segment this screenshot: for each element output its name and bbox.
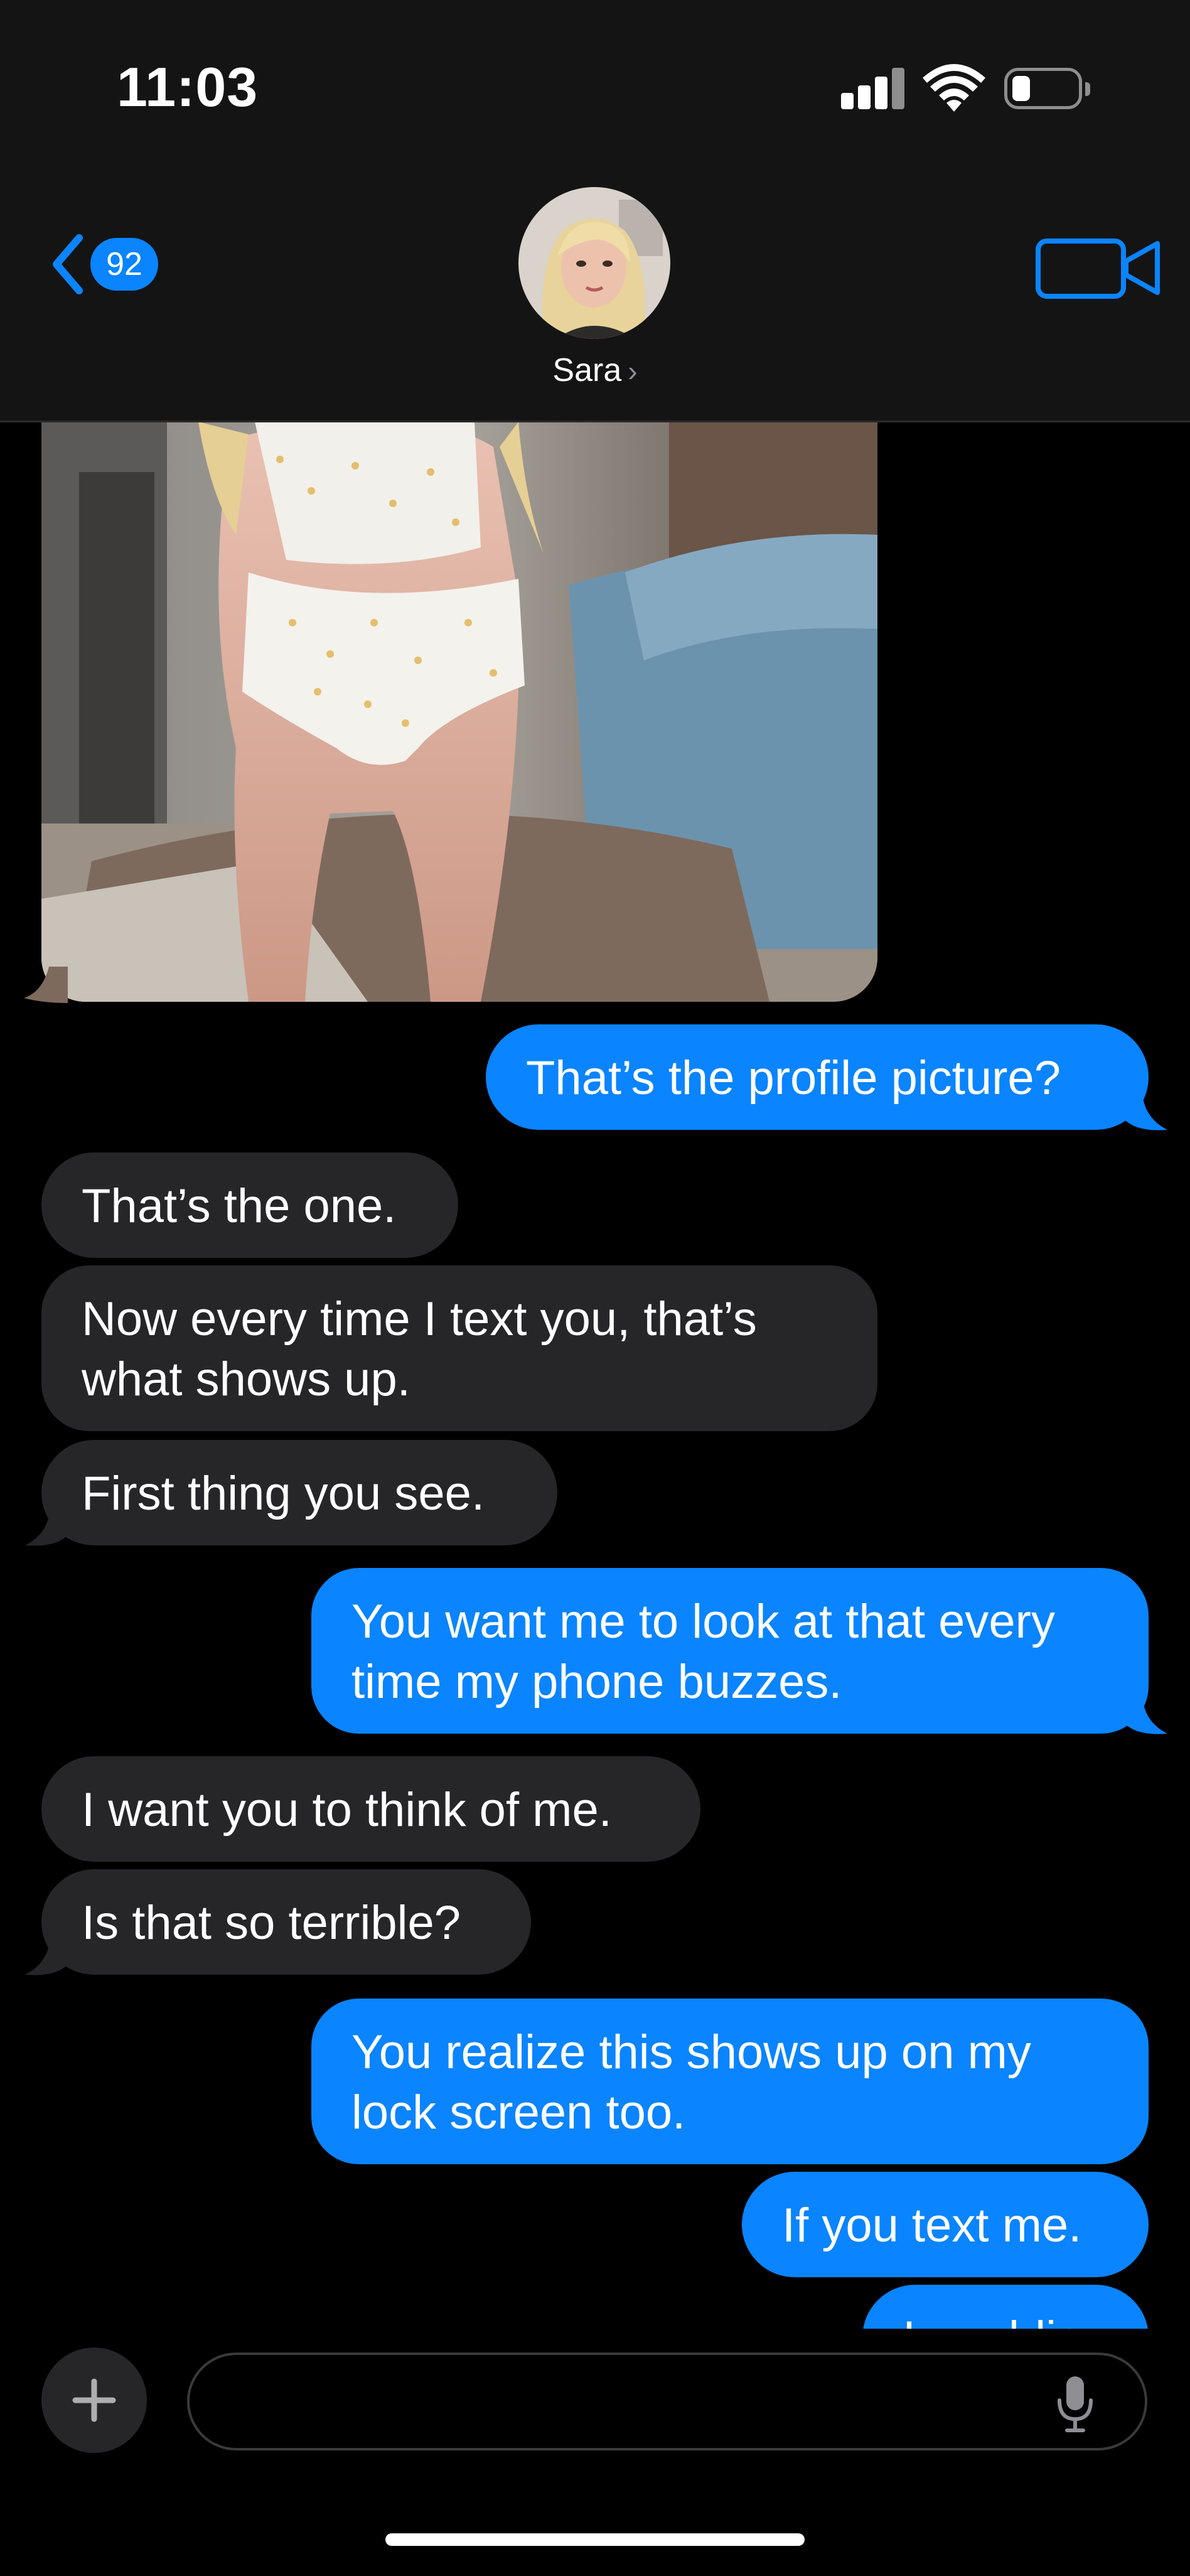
message-text: You realize this shows up on my lock scr… [351,2026,1031,2139]
navigation-header: 11:03 92 Sara › [0,0,1190,422]
battery-icon [1004,68,1090,109]
back-button[interactable]: 92 [49,230,158,299]
bubble-tail [1123,1093,1167,1130]
video-camera-icon[interactable] [1034,233,1166,303]
message-outgoing[interactable]: That’s the profile picture? [486,1024,1149,1130]
message-text: That’s the profile picture? [526,1051,1061,1105]
cellular-signal-icon [841,68,905,109]
message-text: Is that so terrible? [82,1896,461,1950]
contact-name: Sara [552,352,622,389]
bubble-tail [24,967,68,1003]
message-text: Now every time I text you, that’s what s… [82,1292,757,1406]
message-incoming[interactable]: First thing you see. [41,1440,557,1545]
microphone-icon[interactable] [1054,2374,1096,2434]
photo-attachment[interactable] [41,422,877,1002]
contact-name-button[interactable]: Sara › [0,352,1190,389]
message-text: You want me to look at that every time m… [351,1595,1055,1709]
message-text: First thing you see. [82,1467,485,1520]
message-input[interactable] [187,2353,1147,2450]
avatar[interactable] [518,187,670,339]
wifi-icon [923,64,985,112]
message-outgoing[interactable]: You want me to look at that every time m… [311,1568,1149,1734]
message-text: I want you to think of me. [82,1783,612,1837]
bubble-tail [25,1938,69,1975]
message-text: If you text me. [782,2199,1082,2252]
message-incoming[interactable]: Is that so terrible? [41,1869,531,1975]
unread-count-badge: 92 [90,238,158,291]
plus-icon [72,2378,116,2422]
message-text: That’s the one. [82,1179,397,1233]
bubble-tail [25,1509,69,1546]
chevron-right-icon: › [628,355,638,387]
message-incoming[interactable]: Now every time I text you, that’s what s… [41,1265,877,1431]
chevron-left-icon [53,234,83,294]
bubble-tail [1123,1697,1167,1734]
message-outgoing[interactable]: If you text me. [742,2172,1149,2277]
add-attachment-button[interactable] [41,2348,147,2453]
home-indicator[interactable] [385,2533,805,2546]
message-incoming[interactable]: I want you to think of me. [41,1756,700,1862]
message-incoming[interactable]: That’s the one. [41,1152,458,1258]
message-outgoing[interactable]: You realize this shows up on my lock scr… [311,1999,1149,2164]
status-time: 11:03 [117,56,259,118]
